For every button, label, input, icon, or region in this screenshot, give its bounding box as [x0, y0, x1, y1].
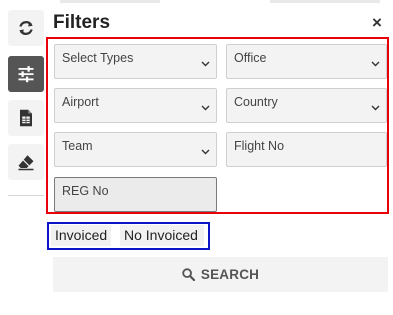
top-strip [270, 0, 380, 3]
team-dropdown[interactable]: Team [54, 132, 217, 167]
select-types-label: Select Types [62, 51, 134, 65]
search-button[interactable]: SEARCH [53, 257, 388, 292]
chevron-down-icon [201, 149, 210, 155]
search-button-label: SEARCH [200, 267, 260, 282]
clear-filters-button[interactable] [8, 144, 44, 180]
team-label: Team [62, 139, 93, 153]
reg-no-input[interactable]: REG No [54, 177, 217, 212]
flight-no-input[interactable]: Flight No [226, 132, 387, 167]
chevron-down-icon [371, 105, 380, 111]
chevron-down-icon [371, 61, 380, 67]
office-dropdown[interactable]: Office [226, 44, 387, 79]
top-strip [60, 0, 160, 3]
no-invoiced-toggle[interactable]: No Invoiced [120, 225, 204, 246]
spreadsheet-file-icon [20, 109, 32, 127]
panel-title: Filters [53, 12, 111, 33]
office-label: Office [234, 51, 267, 65]
country-label: Country [234, 95, 278, 109]
flight-no-placeholder: Flight No [234, 139, 285, 153]
country-dropdown[interactable]: Country [226, 88, 387, 123]
refresh-button[interactable] [8, 10, 44, 46]
refresh-icon [19, 21, 33, 35]
export-spreadsheet-button[interactable] [8, 100, 44, 136]
airport-label: Airport [62, 95, 99, 109]
filter-sliders-icon [18, 66, 34, 83]
sidebar-divider [8, 195, 44, 196]
chevron-down-icon [201, 61, 210, 67]
chevron-down-icon [201, 105, 210, 111]
search-icon [182, 268, 195, 281]
reg-no-placeholder: REG No [62, 184, 109, 198]
eraser-icon [18, 155, 34, 171]
invoiced-toggle[interactable]: Invoiced [51, 225, 111, 246]
close-icon[interactable]: × [372, 13, 382, 33]
select-types-dropdown[interactable]: Select Types [54, 44, 217, 79]
airport-dropdown[interactable]: Airport [54, 88, 217, 123]
filter-button[interactable] [8, 56, 44, 92]
